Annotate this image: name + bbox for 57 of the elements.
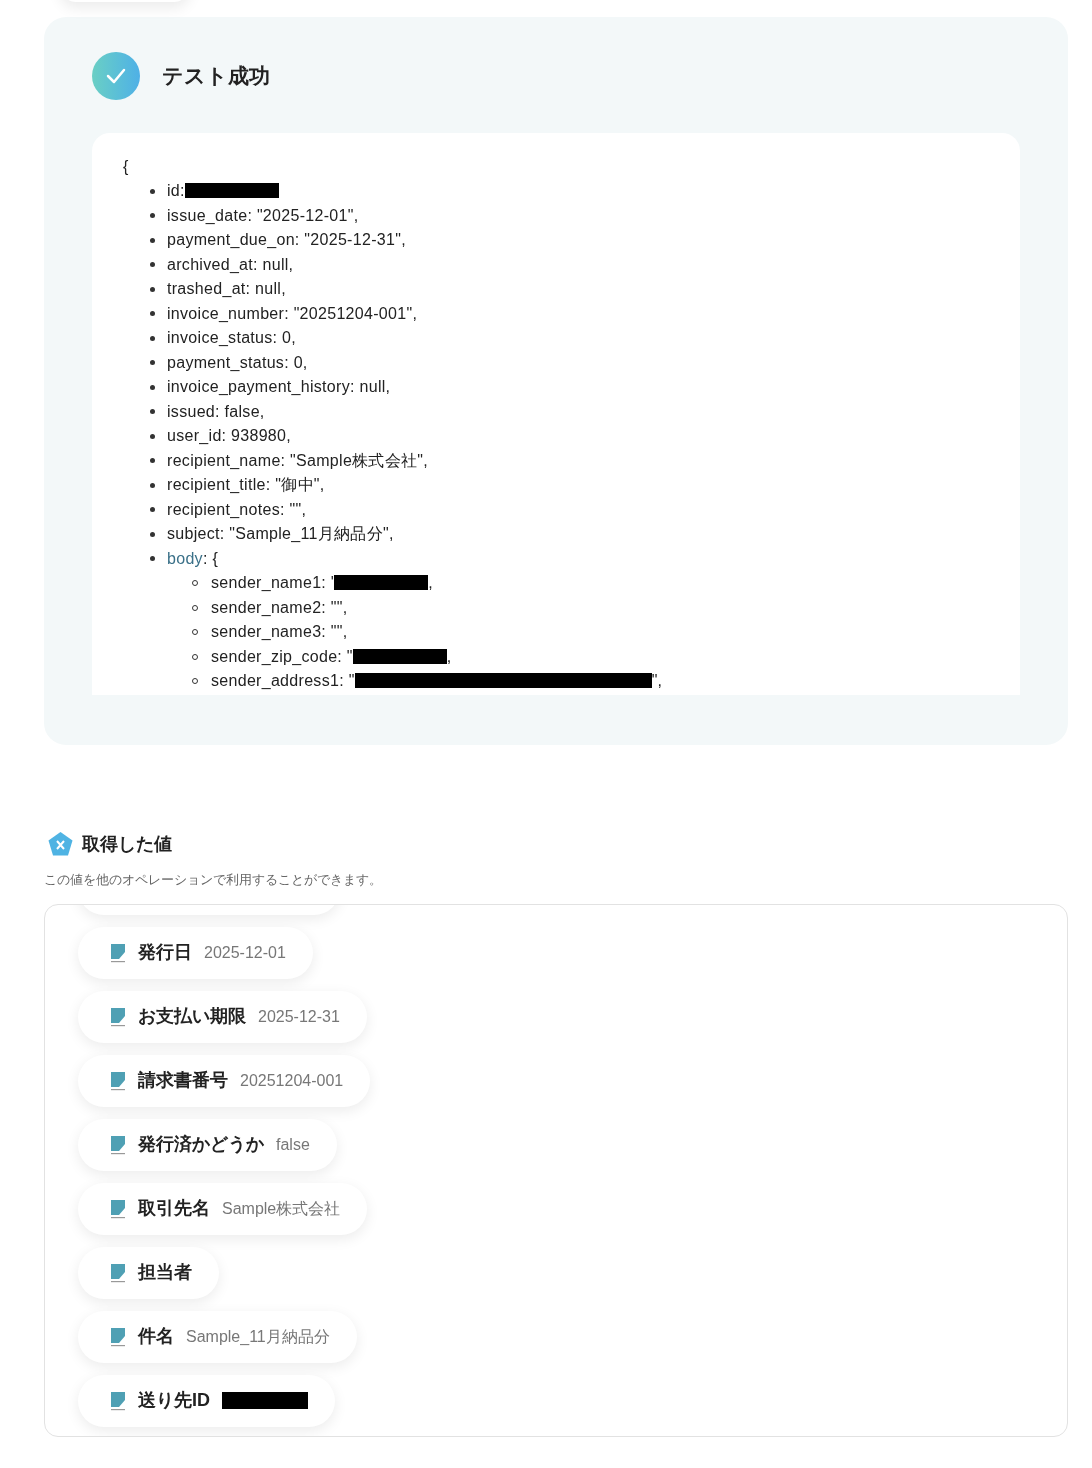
value-chip[interactable]: 件名 Sample_11月納品分: [78, 1310, 357, 1363]
app-logo-icon: [110, 1134, 126, 1155]
value-label: 発行日: [138, 941, 192, 964]
code-line: recipient_notes: "",: [167, 499, 307, 520]
code-line: archived_at: null,: [167, 254, 294, 275]
code-line: sender_name3: "",: [211, 622, 348, 643]
app-logo-icon: [110, 1070, 126, 1091]
value-label: 取引先名: [138, 1197, 210, 1220]
value-chip[interactable]: お支払い期限 2025-12-31: [78, 990, 367, 1043]
app-logo-icon: [110, 1006, 126, 1027]
code-line: body: {: [167, 548, 219, 569]
code-line: issue_date: "2025-12-01",: [167, 205, 359, 226]
value-text: Sample_11月納品分: [186, 1326, 330, 1347]
value-label: 発行済かどうか: [138, 1133, 264, 1156]
code-line: sender_name2: "",: [211, 597, 348, 618]
code-line: subject: "Sample_11月納品分",: [167, 524, 394, 545]
value-label: お支払い期限: [138, 1005, 246, 1028]
app-logo-icon: [110, 1326, 126, 1347]
section-title: 取得した値: [82, 833, 172, 856]
value-chip[interactable]: 取引先名 Sample株式会社: [78, 1182, 368, 1235]
code-line: invoice_number: "20251204-001",: [167, 303, 418, 324]
variable-icon: [47, 831, 74, 858]
code-line: invoice_payment_history: null,: [167, 377, 391, 398]
result-title: テスト成功: [162, 63, 270, 90]
code-line: sender_address1: " ",: [211, 671, 663, 692]
app-logo-icon: [110, 1262, 126, 1283]
code-line: invoice_status: 0,: [167, 328, 297, 349]
code-line: trashed_at: null,: [167, 279, 286, 300]
section-description: この値を他のオペレーションで利用することができます。: [44, 871, 382, 889]
value-chip[interactable]: 送り先ID: [78, 1374, 335, 1427]
code-line: sender_zip_code: " ,: [211, 646, 452, 667]
value-label: 担当者: [138, 1261, 192, 1284]
value-text: 20251204-001: [240, 1070, 344, 1091]
value-chip[interactable]: 発行日 2025-12-01: [78, 926, 313, 979]
app-logo-icon: [110, 942, 126, 963]
value-label: 送り先ID: [138, 1389, 210, 1412]
value-label: 請求書番号: [138, 1069, 228, 1092]
value-chip[interactable]: 担当者: [78, 1246, 219, 1299]
code-line: sender_name1: ' ,: [211, 573, 433, 594]
code-line: recipient_title: "御中",: [167, 475, 325, 496]
value-text: Sample株式会社: [222, 1198, 341, 1219]
value-chip[interactable]: 発行済かどうか false: [78, 1118, 337, 1171]
code-line: payment_due_on: "2025-12-31",: [167, 230, 406, 251]
code-line: id:: [167, 179, 279, 204]
value-text: 2025-12-31: [258, 1006, 340, 1027]
code-line: payment_status: 0,: [167, 352, 308, 373]
code-line: issued: false,: [167, 401, 265, 422]
value-text: false: [276, 1134, 310, 1155]
code-line: recipient_name: "Sample株式会社",: [167, 450, 429, 471]
code-line: user_id: 938980,: [167, 426, 291, 447]
app-logo-icon: [110, 1198, 126, 1219]
app-logo-icon: [110, 1390, 126, 1411]
success-check-icon: [92, 52, 140, 100]
code-line: {: [123, 157, 129, 177]
value-text: 2025-12-01: [204, 942, 286, 963]
value-chip[interactable]: 請求書番号 20251204-001: [78, 1054, 371, 1107]
value-label: 件名: [138, 1325, 174, 1348]
